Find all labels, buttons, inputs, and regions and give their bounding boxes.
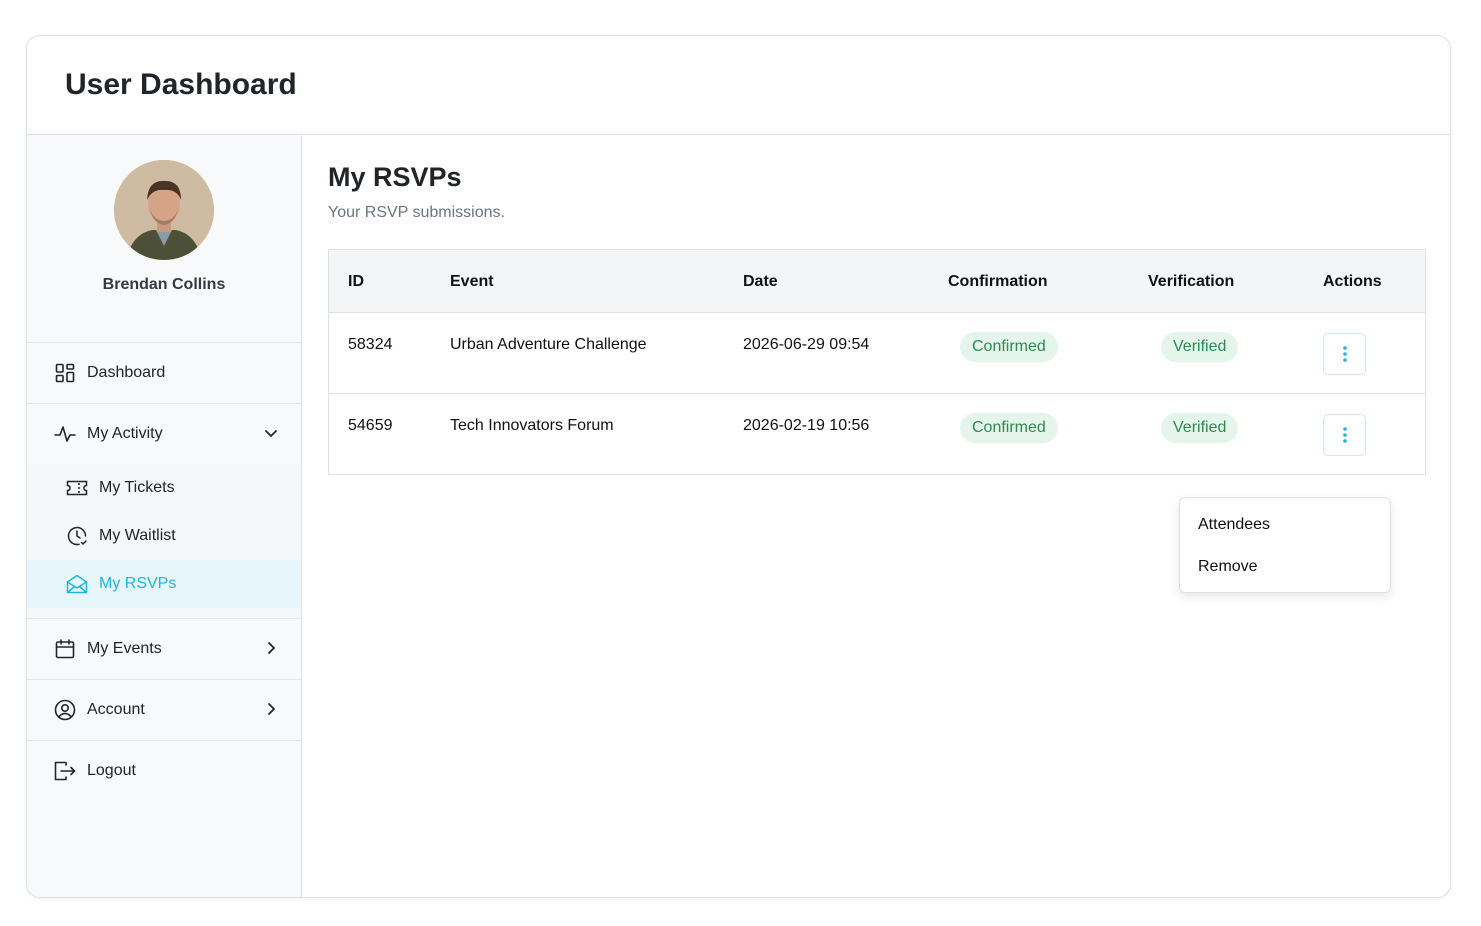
sub-item-my-rsvps-label: My RSVPs bbox=[99, 575, 177, 592]
sidebar: Brendan Collins Dashboard My Activity My… bbox=[27, 135, 302, 897]
nav-logout-label: Logout bbox=[87, 762, 136, 779]
nav-dashboard[interactable]: Dashboard bbox=[27, 342, 301, 403]
kebab-menu-icon bbox=[1342, 427, 1347, 443]
cell-id: 58324 bbox=[348, 336, 393, 353]
col-header-actions: Actions bbox=[1323, 273, 1382, 290]
user-circle-icon bbox=[54, 699, 76, 721]
chevron-right-icon bbox=[263, 640, 279, 656]
row-actions-button[interactable] bbox=[1323, 414, 1366, 456]
card-header: User Dashboard bbox=[27, 36, 1450, 135]
dropdown-item-attendees[interactable]: Attendees bbox=[1198, 516, 1270, 534]
cell-date: 2026-06-29 09:54 bbox=[743, 336, 870, 353]
section-title: My RSVPs bbox=[328, 162, 462, 192]
confirmation-badge: Confirmed bbox=[960, 413, 1058, 443]
dashboard-icon bbox=[54, 362, 76, 384]
nav-account[interactable]: Account bbox=[27, 679, 301, 740]
nav-dashboard-label: Dashboard bbox=[87, 364, 166, 381]
cell-date: 2026-02-19 10:56 bbox=[743, 417, 870, 434]
page-title: User Dashboard bbox=[65, 68, 297, 101]
col-header-confirmation: Confirmation bbox=[948, 273, 1048, 290]
sub-item-my-tickets-label: My Tickets bbox=[99, 479, 175, 496]
col-header-id: ID bbox=[348, 273, 364, 290]
calendar-icon bbox=[54, 638, 76, 660]
avatar bbox=[114, 160, 214, 260]
verification-badge: Verified bbox=[1161, 413, 1239, 443]
nav-my-activity[interactable]: My Activity bbox=[27, 403, 301, 464]
nav-logout[interactable]: Logout bbox=[27, 740, 301, 801]
table-header: ID Event Date Confirmation Verification … bbox=[329, 250, 1425, 313]
cell-event: Urban Adventure Challenge bbox=[450, 336, 647, 353]
envelope-open-icon bbox=[66, 573, 88, 595]
table-row: 58324 Urban Adventure Challenge 2026-06-… bbox=[329, 313, 1425, 394]
sub-item-my-tickets[interactable]: My Tickets bbox=[27, 464, 301, 512]
sub-item-my-rsvps[interactable]: My RSVPs bbox=[27, 560, 301, 608]
cell-id: 54659 bbox=[348, 417, 393, 434]
waitlist-clock-icon bbox=[66, 525, 88, 547]
nav-my-events[interactable]: My Events bbox=[27, 618, 301, 679]
chevron-down-icon bbox=[263, 425, 279, 441]
nav-my-activity-label: My Activity bbox=[87, 425, 163, 442]
nav-my-events-label: My Events bbox=[87, 640, 162, 657]
col-header-event: Event bbox=[450, 273, 494, 290]
ticket-icon bbox=[66, 477, 88, 499]
my-activity-submenu: My Tickets My Waitlist My RSVPs bbox=[27, 464, 301, 618]
chevron-right-icon bbox=[263, 701, 279, 717]
sub-item-my-waitlist-label: My Waitlist bbox=[99, 527, 176, 544]
section-subtitle: Your RSVP submissions. bbox=[328, 204, 505, 221]
sub-item-my-waitlist[interactable]: My Waitlist bbox=[27, 512, 301, 560]
verification-badge: Verified bbox=[1161, 332, 1239, 362]
table-row: 54659 Tech Innovators Forum 2026-02-19 1… bbox=[329, 394, 1425, 475]
rsvp-table: ID Event Date Confirmation Verification … bbox=[328, 249, 1426, 475]
dropdown-item-remove[interactable]: Remove bbox=[1198, 558, 1258, 576]
profile-name: Brendan Collins bbox=[102, 276, 226, 293]
col-header-date: Date bbox=[743, 273, 778, 290]
profile: Brendan Collins bbox=[27, 135, 301, 343]
col-header-verification: Verification bbox=[1148, 273, 1235, 290]
row-actions-dropdown: Attendees Remove bbox=[1179, 497, 1391, 593]
kebab-menu-icon bbox=[1342, 346, 1347, 362]
dashboard-card: User Dashboard Brendan Collins Dashboard… bbox=[26, 35, 1451, 898]
row-actions-button[interactable] bbox=[1323, 333, 1366, 375]
activity-icon bbox=[54, 423, 76, 445]
nav-account-label: Account bbox=[87, 701, 145, 718]
cell-event: Tech Innovators Forum bbox=[450, 417, 614, 434]
main-content: My RSVPs Your RSVP submissions. ID Event… bbox=[303, 135, 1450, 897]
confirmation-badge: Confirmed bbox=[960, 332, 1058, 362]
logout-icon bbox=[54, 760, 76, 782]
